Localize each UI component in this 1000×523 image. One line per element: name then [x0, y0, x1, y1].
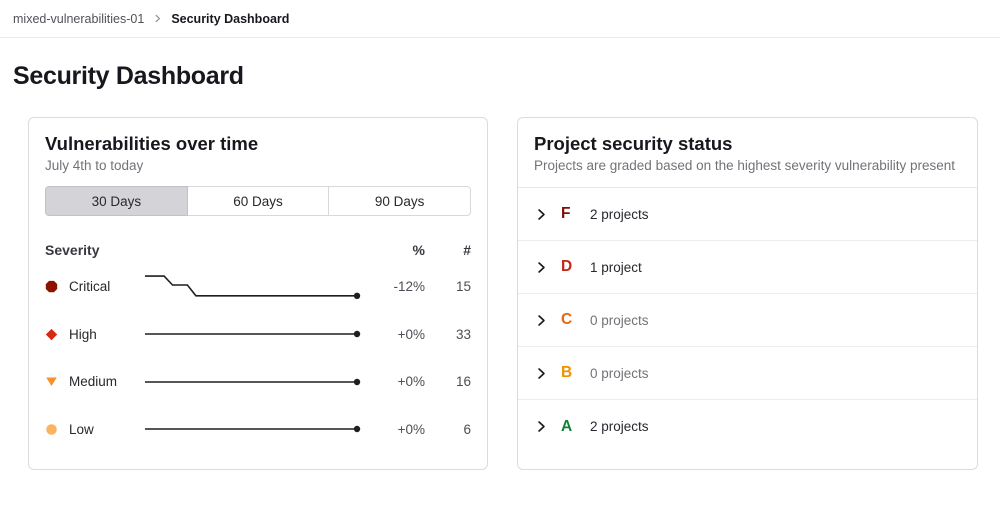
grade-c-project-count: 0 projects — [590, 313, 649, 328]
breadcrumb-project-link[interactable]: mixed-vulnerabilities-01 — [13, 12, 144, 26]
critical-trend-sparkline — [141, 270, 361, 304]
medium-count: 16 — [425, 374, 471, 389]
breadcrumb-current-page: Security Dashboard — [171, 12, 289, 26]
severity-row-medium: Medium +0% 16 — [45, 358, 471, 406]
range-60-days-button[interactable]: 60 Days — [187, 186, 330, 216]
chevron-right-icon[interactable] — [535, 208, 548, 221]
chevron-right-icon[interactable] — [535, 314, 548, 327]
severity-column-header: Severity — [45, 242, 99, 258]
severity-label-low: Low — [69, 422, 141, 437]
status-card-title: Project security status — [534, 133, 961, 155]
breadcrumb-chevron-icon — [153, 14, 162, 23]
grade-a-project-count: 2 projects — [590, 419, 649, 434]
grade-letter-a: A — [561, 418, 578, 436]
medium-severity-icon — [45, 375, 58, 388]
chevron-right-icon[interactable] — [535, 261, 548, 274]
grade-row-d[interactable]: D 1 project — [518, 241, 977, 294]
grade-row-f[interactable]: F 2 projects — [518, 188, 977, 241]
low-trend-sparkline — [141, 412, 361, 446]
grade-row-c[interactable]: C 0 projects — [518, 294, 977, 347]
critical-change-percent: -12% — [361, 279, 425, 294]
medium-trend-sparkline — [141, 365, 361, 399]
grade-d-project-count: 1 project — [590, 260, 642, 275]
vuln-card-subtitle: July 4th to today — [45, 158, 471, 173]
dashboard-cards: Vulnerabilities over time July 4th to to… — [28, 117, 978, 470]
high-change-percent: +0% — [361, 327, 425, 342]
vulnerabilities-over-time-card: Vulnerabilities over time July 4th to to… — [28, 117, 488, 470]
critical-count: 15 — [425, 279, 471, 294]
low-change-percent: +0% — [361, 422, 425, 437]
grade-row-b[interactable]: B 0 projects — [518, 347, 977, 400]
medium-change-percent: +0% — [361, 374, 425, 389]
vuln-card-title: Vulnerabilities over time — [45, 133, 471, 155]
grade-b-project-count: 0 projects — [590, 366, 649, 381]
grade-row-a[interactable]: A 2 projects — [518, 400, 977, 453]
high-severity-icon — [45, 328, 58, 341]
severity-label-high: High — [69, 327, 141, 342]
day-range-button-group: 30 Days 60 Days 90 Days — [45, 186, 471, 216]
page-title: Security Dashboard — [13, 62, 987, 91]
grade-letter-d: D — [561, 258, 578, 276]
status-card-subtitle: Projects are graded based on the highest… — [534, 158, 961, 173]
severity-row-low: Low +0% 6 — [45, 406, 471, 454]
percent-column-header: % — [361, 242, 425, 258]
chevron-right-icon[interactable] — [535, 420, 548, 433]
high-trend-sparkline — [141, 317, 361, 351]
severity-label-medium: Medium — [69, 374, 141, 389]
grade-letter-f: F — [561, 205, 578, 223]
low-count: 6 — [425, 422, 471, 437]
low-severity-icon — [45, 423, 58, 436]
severity-label-critical: Critical — [69, 279, 141, 294]
severity-table-header: Severity % # — [45, 237, 471, 263]
count-column-header: # — [425, 242, 471, 258]
range-90-days-button[interactable]: 90 Days — [328, 186, 471, 216]
grade-letter-b: B — [561, 364, 578, 382]
severity-row-critical: Critical -12% 15 — [45, 263, 471, 311]
breadcrumb: mixed-vulnerabilities-01 Security Dashbo… — [0, 0, 1000, 38]
critical-severity-icon — [45, 280, 58, 293]
high-count: 33 — [425, 327, 471, 342]
chevron-right-icon[interactable] — [535, 367, 548, 380]
security-dashboard-page: mixed-vulnerabilities-01 Security Dashbo… — [0, 0, 1000, 470]
status-card-header: Project security status Projects are gra… — [518, 118, 977, 188]
grade-f-project-count: 2 projects — [590, 207, 649, 222]
grade-letter-c: C — [561, 311, 578, 329]
range-30-days-button[interactable]: 30 Days — [45, 186, 188, 216]
severity-row-high: High +0% 33 — [45, 311, 471, 359]
project-security-status-card: Project security status Projects are gra… — [517, 117, 978, 470]
